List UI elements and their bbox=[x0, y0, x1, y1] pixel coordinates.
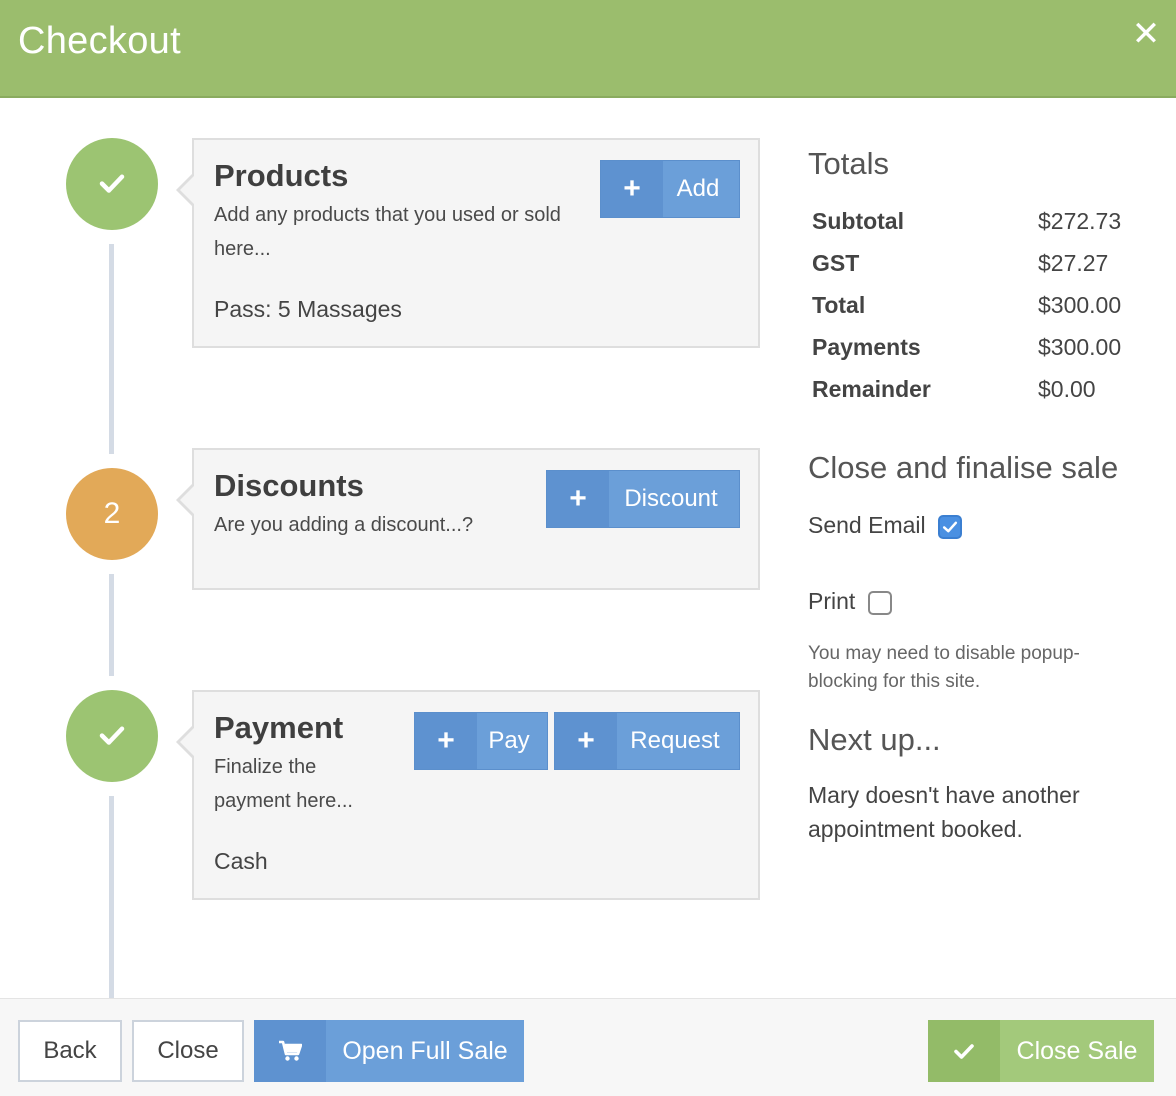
products-desc-line: Add any products that you used or sold bbox=[214, 204, 561, 226]
totals-value: $300.00 bbox=[1038, 334, 1122, 360]
totals-row: Payments $300.00 bbox=[812, 334, 1132, 376]
payment-value: Cash bbox=[214, 848, 268, 874]
timeline-connector bbox=[109, 574, 114, 676]
plus-icon: + bbox=[555, 713, 617, 769]
check-icon bbox=[942, 521, 958, 533]
discounts-title: Discounts bbox=[214, 468, 364, 503]
plus-icon: + bbox=[415, 713, 477, 769]
popup-note-line: blocking for this site. bbox=[808, 671, 981, 692]
send-email-checkbox[interactable] bbox=[938, 514, 963, 539]
pay-label: Pay bbox=[488, 727, 530, 754]
add-discount-button[interactable]: + Discount bbox=[546, 470, 740, 528]
totals-label: Payments bbox=[812, 334, 921, 360]
close-sale-label: Close Sale bbox=[1016, 1036, 1138, 1065]
step-payment-status bbox=[66, 690, 158, 782]
totals-heading: Totals bbox=[808, 146, 889, 181]
request-payment-button[interactable]: + Request bbox=[554, 712, 740, 770]
next-up-message: Mary doesn't have another appointment bo… bbox=[808, 778, 1080, 846]
send-email-label: Send Email bbox=[808, 512, 926, 538]
products-description: Add any products that you used or sold h… bbox=[214, 198, 561, 266]
pay-button[interactable]: + Pay bbox=[414, 712, 548, 770]
add-product-label: Add bbox=[676, 175, 720, 202]
payment-title: Payment bbox=[214, 710, 344, 745]
totals-value: $272.73 bbox=[1038, 208, 1122, 234]
totals-row: Subtotal $272.73 bbox=[812, 208, 1132, 250]
products-value: Pass: 5 Massages bbox=[214, 296, 402, 322]
next-up-heading: Next up... bbox=[808, 722, 941, 757]
discounts-card: Discounts Are you adding a discount...? … bbox=[176, 448, 760, 590]
popup-note: You may need to disable popup- blocking … bbox=[808, 640, 1080, 696]
plus-icon: + bbox=[601, 161, 663, 217]
plus-icon: + bbox=[547, 471, 609, 527]
payment-description: Finalize the payment here... bbox=[214, 750, 353, 818]
open-full-sale-button[interactable]: Open Full Sale bbox=[254, 1020, 524, 1082]
payment-desc-line: Finalize the bbox=[214, 756, 317, 778]
print-checkbox[interactable] bbox=[867, 590, 892, 615]
timeline-connector bbox=[109, 796, 114, 998]
totals-label: GST bbox=[812, 250, 860, 276]
totals-label: Subtotal bbox=[812, 208, 904, 234]
open-full-sale-label: Open Full Sale bbox=[342, 1036, 508, 1065]
timeline-connector bbox=[109, 244, 114, 454]
next-up-line: appointment booked. bbox=[808, 816, 1023, 842]
close-button[interactable]: Close bbox=[132, 1020, 244, 1082]
totals-label: Total bbox=[812, 292, 866, 318]
finalise-heading: Close and finalise sale bbox=[808, 450, 1119, 485]
step-products-status bbox=[66, 138, 158, 230]
next-up-line: Mary doesn't have another bbox=[808, 782, 1080, 808]
send-email-option[interactable]: Send Email bbox=[808, 512, 963, 539]
totals-row: GST $27.27 bbox=[812, 250, 1132, 292]
products-card: Products Add any products that you used … bbox=[176, 138, 760, 348]
check-icon bbox=[99, 726, 125, 745]
modal-title: Checkout bbox=[18, 20, 181, 62]
close-sale-button[interactable]: Close Sale bbox=[928, 1020, 1154, 1082]
modal-header: Checkout ✕ bbox=[0, 0, 1176, 98]
check-icon bbox=[99, 174, 125, 193]
cart-icon bbox=[254, 1020, 326, 1082]
payment-desc-line: payment here... bbox=[214, 790, 353, 812]
close-icon[interactable]: ✕ bbox=[1128, 14, 1164, 54]
totals-label: Remainder bbox=[812, 376, 931, 402]
print-label: Print bbox=[808, 588, 856, 614]
check-icon bbox=[928, 1020, 1000, 1082]
back-button[interactable]: Back bbox=[18, 1020, 122, 1082]
discounts-description: Are you adding a discount...? bbox=[214, 514, 474, 536]
add-discount-label: Discount bbox=[624, 485, 718, 512]
products-title: Products bbox=[214, 158, 349, 193]
totals-value: $27.27 bbox=[1038, 250, 1109, 276]
popup-note-line: You may need to disable popup- bbox=[808, 643, 1080, 664]
products-desc-line: here... bbox=[214, 238, 271, 260]
totals-row: Total $300.00 bbox=[812, 292, 1132, 334]
totals-row: Remainder $0.00 bbox=[812, 376, 1132, 418]
payment-card: Payment Finalize the payment here... Cas… bbox=[176, 690, 760, 900]
totals-value: $300.00 bbox=[1038, 292, 1122, 318]
request-label: Request bbox=[630, 727, 720, 754]
step-discounts-status: 2 bbox=[66, 468, 158, 560]
totals-value: $0.00 bbox=[1038, 376, 1096, 402]
print-option[interactable]: Print bbox=[808, 588, 892, 615]
add-product-button[interactable]: + Add bbox=[600, 160, 740, 218]
